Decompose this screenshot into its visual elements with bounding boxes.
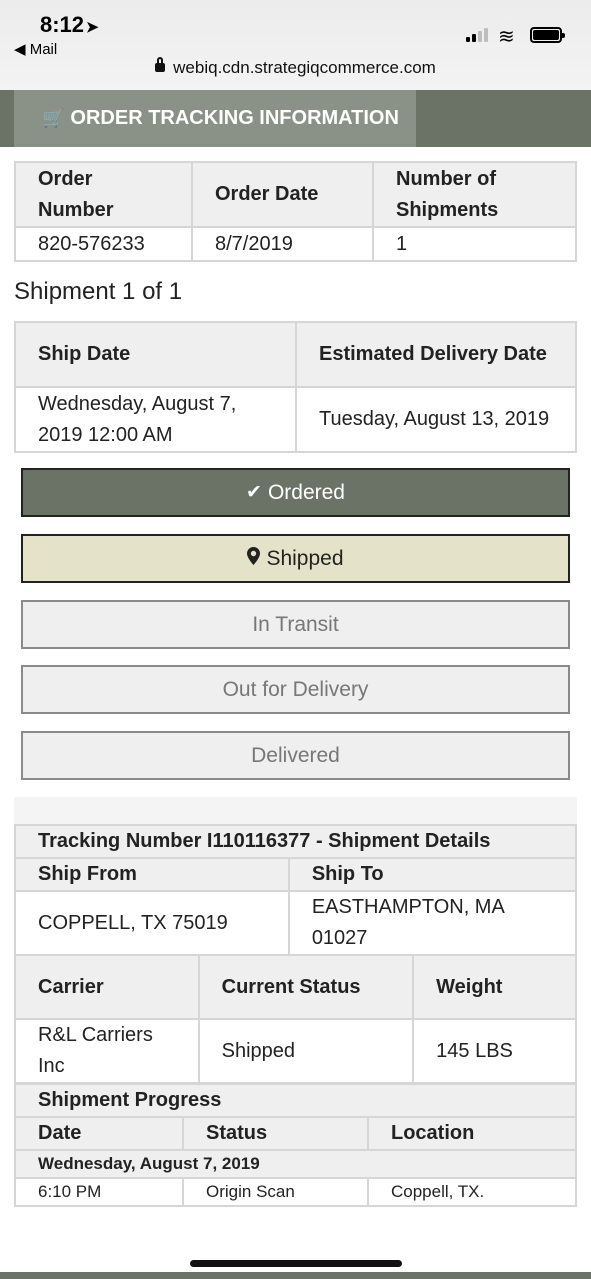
- status-bar: 8:12 ➤ ◀ Mail ≋ webiq.cdn.strategiqcommer…: [0, 0, 591, 90]
- order-number-value: 820-576233: [14, 226, 193, 262]
- step-out-for-delivery-label: Out for Delivery: [222, 677, 369, 701]
- shipments-count-header: Number of Shipments: [372, 161, 577, 228]
- shipment-progress-caption: Shipment Progress: [14, 1083, 577, 1118]
- progress-header-row: Date Status Location: [14, 1116, 577, 1151]
- status-time: 8:12 ➤: [40, 12, 99, 38]
- address-bar[interactable]: webiq.cdn.strategiqcommerce.com: [0, 57, 591, 78]
- progress-date-header: Date: [14, 1116, 184, 1151]
- ship-from-header: Ship From: [14, 857, 290, 892]
- cellular-signal-icon: [466, 28, 488, 42]
- order-number-header: Order Number: [14, 161, 193, 228]
- ship-from-value: COPPELL, TX 75019: [14, 890, 290, 956]
- estimated-delivery-value: Tuesday, August 13, 2019: [295, 386, 577, 453]
- ship-to-value: EASTHAMPTON, MA 01027: [287, 890, 578, 956]
- progress-date-group: Wednesday, August 7, 2019: [14, 1149, 577, 1179]
- order-value-row: 820-576233 8/7/2019 1: [14, 226, 577, 262]
- order-summary-table: Order Number Order Date Number of Shipme…: [14, 161, 577, 262]
- current-status-header: Current Status: [197, 954, 415, 1020]
- ship-date-header: Ship Date: [14, 321, 297, 388]
- details-caption-row: Tracking Number I110116377 - Shipment De…: [14, 824, 577, 859]
- progress-time-cell: 6:10 PM: [14, 1177, 184, 1207]
- ship-date-value: Wednesday, August 7, 2019 12:00 AM: [14, 386, 297, 453]
- home-indicator[interactable]: [190, 1260, 402, 1267]
- table-row: 6:10 PM Origin Scan Coppell, TX.: [14, 1177, 577, 1207]
- carrier-value: R&L Carriers Inc: [14, 1018, 200, 1084]
- step-ordered-label: Ordered: [267, 480, 345, 504]
- progress-location-header: Location: [367, 1116, 577, 1151]
- progress-status-header: Status: [182, 1116, 369, 1151]
- weight-value: 145 LBS: [412, 1018, 577, 1084]
- location-arrow-icon: ➤: [86, 19, 99, 36]
- page-title: ORDER TRACKING INFORMATION: [70, 107, 399, 129]
- tracking-number-caption: Tracking Number I110116377 - Shipment De…: [14, 824, 577, 859]
- progress-status-cell: Origin Scan: [182, 1177, 369, 1207]
- shipment-progress-table: Shipment Progress Date Status Location W…: [14, 1083, 577, 1207]
- status-time-text: 8:12: [40, 12, 85, 37]
- order-tracking-tab[interactable]: 🛒 ORDER TRACKING INFORMATION: [14, 90, 416, 147]
- progress-caption-row: Shipment Progress: [14, 1083, 577, 1118]
- progress-date-group-row: Wednesday, August 7, 2019: [14, 1149, 577, 1179]
- step-delivered-label: Delivered: [251, 743, 340, 767]
- shipments-count-value: 1: [372, 226, 577, 262]
- step-shipped: Shipped: [21, 534, 570, 583]
- carrier-header-row: Carrier Current Status Weight: [14, 954, 577, 1020]
- lock-icon: [155, 57, 166, 72]
- map-marker-icon: [247, 546, 261, 571]
- shipment-dates-table: Ship Date Estimated Delivery Date Wednes…: [14, 321, 577, 453]
- estimated-delivery-header: Estimated Delivery Date: [295, 321, 577, 388]
- order-date-header: Order Date: [191, 161, 374, 228]
- ship-to-header: Ship To: [287, 857, 578, 892]
- carrier-value-row: R&L Carriers Inc Shipped 145 LBS: [14, 1018, 577, 1084]
- check-icon: ✔: [246, 482, 262, 503]
- shipment-value-row: Wednesday, August 7, 2019 12:00 AM Tuesd…: [14, 386, 577, 453]
- step-delivered: Delivered: [21, 731, 570, 780]
- shipment-details-table: Tracking Number I110116377 - Shipment De…: [14, 824, 578, 1084]
- shipment-heading: Shipment 1 of 1: [14, 278, 183, 305]
- step-ordered: ✔ Ordered: [21, 468, 570, 517]
- step-in-transit-label: In Transit: [252, 612, 339, 636]
- step-in-transit: In Transit: [21, 600, 570, 649]
- step-out-for-delivery: Out for Delivery: [21, 665, 570, 714]
- url-text: webiq.cdn.strategiqcommerce.com: [173, 58, 436, 77]
- progress-location-cell: Coppell, TX.: [367, 1177, 577, 1207]
- battery-icon: [530, 27, 565, 43]
- weight-header: Weight: [412, 954, 577, 1020]
- bottom-band: [0, 1272, 591, 1279]
- step-shipped-label: Shipped: [266, 546, 344, 570]
- address-header-row: Ship From Ship To: [14, 857, 578, 892]
- details-top-spacer: [14, 797, 577, 824]
- shipment-header-row: Ship Date Estimated Delivery Date: [14, 321, 577, 388]
- order-date-value: 8/7/2019: [191, 226, 374, 262]
- wifi-icon: ≋: [498, 26, 515, 48]
- address-value-row: COPPELL, TX 75019 EASTHAMPTON, MA 01027: [14, 890, 578, 956]
- back-to-mail-link[interactable]: ◀ Mail: [14, 40, 57, 58]
- current-status-value: Shipped: [197, 1018, 415, 1084]
- carrier-header: Carrier: [14, 954, 200, 1020]
- order-header-row: Order Number Order Date Number of Shipme…: [14, 161, 577, 228]
- cart-icon: 🛒: [42, 108, 65, 128]
